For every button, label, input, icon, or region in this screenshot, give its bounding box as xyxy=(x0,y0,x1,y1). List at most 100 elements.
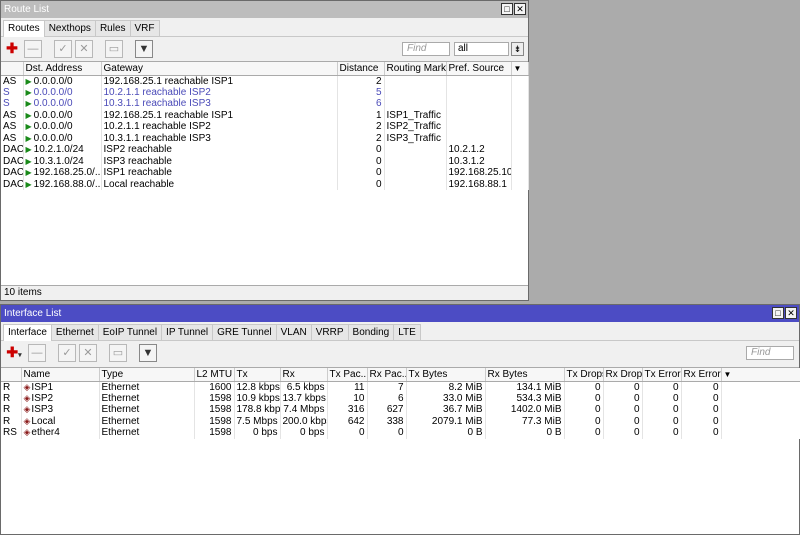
cell-value: 0 xyxy=(633,392,640,404)
cell-value: 10.3.1.0/24 xyxy=(33,155,84,167)
column-header[interactable]: Rx Bytes xyxy=(485,368,565,382)
table-cell: 1598 xyxy=(194,392,235,404)
table-cell: 2 xyxy=(337,75,385,87)
tab-rules[interactable]: Rules xyxy=(94,20,131,36)
column-header[interactable]: Dst. Address xyxy=(23,62,102,76)
column-header[interactable]: Pref. Source xyxy=(446,62,512,76)
disable-icon[interactable]: ✕ xyxy=(75,40,93,58)
filter-icon[interactable]: ▼ xyxy=(135,40,153,58)
column-header[interactable] xyxy=(1,62,24,76)
table-row[interactable]: R ◈ISP2 Ethernet 1598 10.9 kbps 13.7 kbps 10 6 3… xyxy=(1,392,800,404)
tab-nexthops[interactable]: Nexthops xyxy=(43,20,96,36)
tab-lte[interactable]: LTE xyxy=(393,324,421,340)
column-menu-icon[interactable]: ▼ xyxy=(721,368,800,382)
add-icon[interactable]: ✚ xyxy=(3,40,21,58)
column-header[interactable]: Name xyxy=(21,368,100,382)
table-row[interactable]: DAC ▶ 10.3.1.0/24 ISP3 reachable 0 10.3.1.2 xyxy=(1,155,529,167)
window-title: Route List xyxy=(4,4,50,15)
column-header[interactable]: Rx Pac... xyxy=(367,368,407,382)
column-header[interactable]: Tx Errors xyxy=(642,368,682,382)
enable-icon[interactable]: ✓ xyxy=(58,344,76,362)
tab-vrrp[interactable]: VRRP xyxy=(310,324,349,340)
table-row[interactable]: R ◈ISP1 Ethernet 1600 12.8 kbps 6.5 kbps 11 7 8.… xyxy=(1,381,800,393)
table-cell xyxy=(446,109,512,121)
cell-value: 0 xyxy=(397,427,404,439)
filter-icon[interactable]: ▼ xyxy=(139,344,157,362)
table-cell: 0 xyxy=(681,381,722,393)
tab-vlan[interactable]: VLAN xyxy=(275,324,312,340)
tab-vrf[interactable]: VRF xyxy=(129,20,160,36)
tab-gre-tunnel[interactable]: GRE Tunnel xyxy=(212,324,277,340)
comment-icon[interactable]: ▭ xyxy=(109,344,127,362)
table-row[interactable]: DAC ▶ 192.168.88.0/... Local reachable 0 192.… xyxy=(1,178,529,190)
table-row[interactable]: AS ▶ 0.0.0.0/0 192.168.25.1 reachable ISP1 2 xyxy=(1,75,529,87)
column-header[interactable]: Distance xyxy=(337,62,385,76)
column-header[interactable]: Rx xyxy=(280,368,328,382)
cell-value: 0.0.0.0/0 xyxy=(33,132,73,144)
table-cell: 0 xyxy=(681,392,722,404)
tab-ip-tunnel[interactable]: IP Tunnel xyxy=(161,324,214,340)
close-button[interactable]: ✕ xyxy=(785,307,797,319)
column-header[interactable]: Tx xyxy=(234,368,281,382)
table-cell: 192.168.88.1 xyxy=(446,178,512,190)
table-row[interactable]: R◈ISP3Ethernet1598178.8 kbps7.4 Mbps3166… xyxy=(1,404,800,416)
disable-icon[interactable]: ✕ xyxy=(79,344,97,362)
table-cell: 178.8 kbps xyxy=(234,404,281,416)
column-label: Tx xyxy=(236,368,248,380)
cell-value: 10.9 kbps xyxy=(236,392,280,404)
table-cell: ◈ISP3 xyxy=(21,404,100,416)
table-cell xyxy=(446,132,512,144)
column-header[interactable]: Rx Errors xyxy=(681,368,722,382)
filter-select[interactable]: all xyxy=(454,42,509,56)
column-header[interactable]: Routing Mark xyxy=(384,62,447,76)
table-cell xyxy=(721,427,800,439)
table-cell: ▶ 0.0.0.0/0 xyxy=(23,75,102,87)
table-cell: ISP1_Traffic xyxy=(384,109,447,121)
enable-icon[interactable]: ✓ xyxy=(54,40,72,58)
column-header[interactable]: L2 MTU xyxy=(194,368,235,382)
table-row[interactable]: AS ▶ 0.0.0.0/0 10.2.1.1 reachable ISP2 2 ISP2… xyxy=(1,121,529,133)
cell-value: 10.2.1.1 reachable ISP2 xyxy=(103,86,211,98)
column-menu-icon[interactable]: ▼ xyxy=(511,62,529,76)
find-input[interactable]: Find xyxy=(402,42,450,56)
maximize-button[interactable]: □ xyxy=(772,307,784,319)
column-label: Rx xyxy=(282,368,295,380)
interface-list-titlebar[interactable]: Interface List □ ✕ xyxy=(1,305,799,322)
tab-eoip-tunnel[interactable]: EoIP Tunnel xyxy=(97,324,163,340)
table-row[interactable]: DAC ▶ 10.2.1.0/24 ISP2 reachable 0 10.2.1.2 xyxy=(1,144,529,156)
route-active-flag-icon: ▶ xyxy=(25,76,32,86)
remove-icon[interactable]: — xyxy=(24,40,42,58)
table-row[interactable]: S ▶ 0.0.0.0/0 10.3.1.1 reachable ISP3 6 xyxy=(1,98,529,110)
column-header[interactable]: Type xyxy=(99,368,195,382)
column-header[interactable]: Rx Drops xyxy=(603,368,643,382)
column-header[interactable]: Tx Drops xyxy=(564,368,604,382)
column-label: Tx Errors xyxy=(644,368,681,380)
cell-value: DAC xyxy=(3,144,23,156)
cell-value: 10.3.1.2 xyxy=(448,155,485,167)
table-row[interactable]: S ▶ 0.0.0.0/0 10.2.1.1 reachable ISP2 5 xyxy=(1,86,529,98)
close-button[interactable]: ✕ xyxy=(514,3,526,15)
column-header[interactable]: Tx Bytes xyxy=(406,368,486,382)
column-header[interactable] xyxy=(1,368,22,382)
table-row[interactable]: AS ▶ 0.0.0.0/0 10.3.1.1 reachable ISP3 2 ISP3… xyxy=(1,132,529,144)
tab-routes[interactable]: Routes xyxy=(3,20,45,37)
column-label: Rx Pac... xyxy=(369,368,406,380)
column-header[interactable]: Gateway xyxy=(101,62,338,76)
remove-icon[interactable]: — xyxy=(28,344,46,362)
maximize-button[interactable]: □ xyxy=(501,3,513,15)
comment-icon[interactable]: ▭ xyxy=(105,40,123,58)
tab-interface[interactable]: Interface xyxy=(3,324,52,341)
table-row[interactable]: R ◈Local Ethernet 1598 7.5 Mbps 200.0 kbps 642… xyxy=(1,415,800,427)
table-row[interactable]: RS ◈ether4 Ethernet 1598 0 bps 0 bps 0 0 0 B0 B0… xyxy=(1,427,800,439)
add-dropdown-icon[interactable]: ✚▾ xyxy=(3,344,25,362)
route-list-titlebar[interactable]: Route List □ ✕ xyxy=(1,1,528,18)
table-cell: ▶ 0.0.0.0/0 xyxy=(23,109,102,121)
find-input[interactable]: Find xyxy=(746,346,794,360)
table-row[interactable]: DAC ▶ 192.168.25.0/... ISP1 reachable 0 192.1… xyxy=(1,167,529,179)
tab-bonding[interactable]: Bonding xyxy=(347,324,395,340)
filter-dropdown-icon[interactable]: ⇟ xyxy=(511,42,524,56)
table-row[interactable]: AS ▶ 0.0.0.0/0 192.168.25.1 reachable ISP1 1… xyxy=(1,109,529,121)
column-header[interactable]: Tx Pac... xyxy=(327,368,368,382)
table-cell: Local reachable xyxy=(101,178,338,190)
tab-ethernet[interactable]: Ethernet xyxy=(50,324,99,340)
